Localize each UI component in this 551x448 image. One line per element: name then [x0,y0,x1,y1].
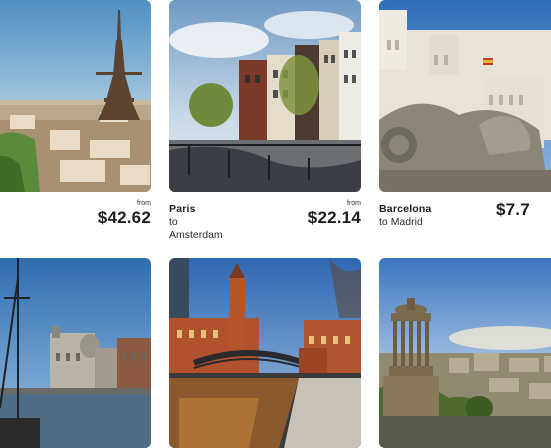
destination-line: to Amsterdam [169,216,223,242]
destination-photo[interactable] [0,258,151,448]
origin-city: Barcelona [379,203,432,215]
price-box: $7.7 [496,200,551,220]
route-info: Barcelona to Madrid [379,203,432,229]
destination-photo[interactable] [169,258,361,448]
destination-city: Amsterdam [169,229,223,241]
price-box: from $42.62 [60,200,151,228]
to-prefix: to [379,216,388,228]
price: $42.62 [97,208,151,227]
destination-photo[interactable] [379,258,551,448]
price-box: from $22.14 [280,200,361,228]
destination-photo[interactable] [379,0,551,192]
destination-city: Madrid [390,216,423,228]
from-label: from [347,200,361,207]
destination-photo[interactable] [169,0,361,192]
price: $7.7 [496,200,530,219]
route-info: Paris to Amsterdam [169,203,223,242]
origin-city: Paris [169,203,196,215]
destination-line: to Madrid [379,216,432,229]
destination-photo[interactable] [0,0,151,192]
to-prefix: to [169,216,178,228]
from-label: from [137,200,151,207]
price: $22.14 [307,208,361,227]
